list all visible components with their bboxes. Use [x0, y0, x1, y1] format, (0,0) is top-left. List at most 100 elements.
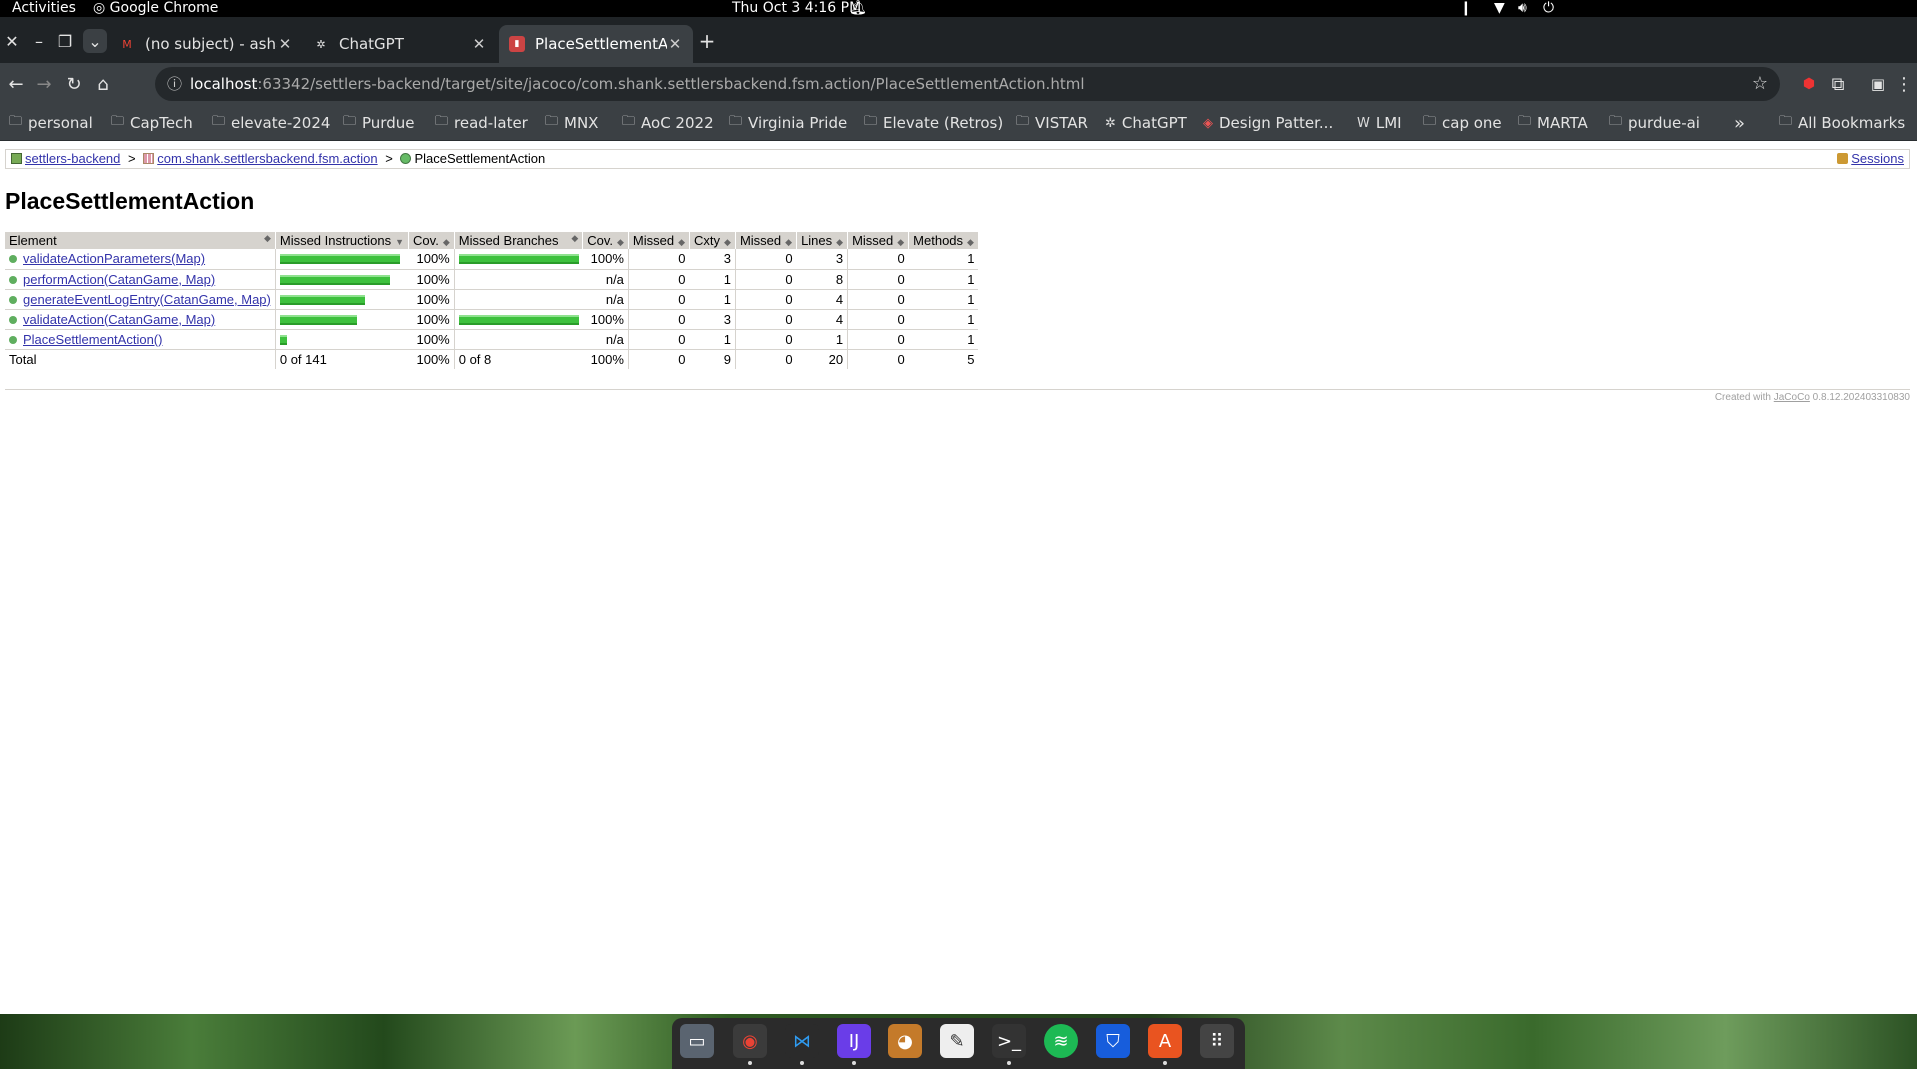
method-link[interactable]: generateEventLogEntry(CatanGame, Map) — [23, 292, 271, 307]
bookmark-personal[interactable]: 🗀 personal — [9, 113, 93, 133]
profile-avatar[interactable]: ▣ — [1864, 70, 1892, 98]
tab-place-settlement-action[interactable]: ▮ PlaceSettlementAction ✕ — [499, 25, 693, 63]
sort-icon: ◆ — [678, 237, 686, 247]
col-branch-cov[interactable]: Cov. ◆ — [582, 232, 629, 249]
site-info-icon[interactable]: ⓘ — [167, 67, 182, 101]
col-missed-branches[interactable]: Missed Branches ◆ — [454, 232, 584, 249]
method-link[interactable]: PlaceSettlementAction() — [23, 332, 162, 347]
tab-chatgpt[interactable]: ✲ ChatGPT ✕ — [303, 25, 497, 63]
sort-icon: ◆ — [442, 237, 450, 247]
tab-search-icon[interactable]: ⌄ — [83, 29, 107, 53]
tray-app-icon[interactable]: ❙ — [1460, 0, 1472, 17]
missed-cxty-cell: 0 — [627, 249, 690, 270]
chrome-icon: ◎ — [93, 0, 106, 16]
browser-toolbar: ← → ↻ ⌂ ⓘ localhost:63342/settlers-backe… — [0, 63, 1917, 105]
method-link[interactable]: validateActionParameters(Map) — [23, 251, 205, 266]
close-tab-icon[interactable]: ✕ — [667, 35, 683, 53]
element-cell: generateEventLogEntry(CatanGame, Map) — [5, 289, 276, 310]
close-window-icon[interactable]: ✕ — [0, 29, 24, 53]
show-apps-grid-icon[interactable]: ⠿ — [1200, 1024, 1234, 1058]
activities-button[interactable]: Activities — [12, 0, 76, 17]
address-bar[interactable]: ⓘ localhost:63342/settlers-backend/targe… — [155, 67, 1780, 101]
instr-cov-cell: 100% — [408, 329, 455, 350]
reload-icon[interactable]: ↻ — [60, 70, 88, 98]
lines-cell: 1 — [796, 329, 848, 350]
active-app-menu[interactable]: ◎ Google Chrome — [93, 0, 218, 17]
close-tab-icon[interactable]: ✕ — [471, 35, 487, 53]
extensions-icon[interactable]: ⧉ — [1824, 70, 1852, 98]
col-missed-instructions[interactable]: Missed Instructions ▼ — [275, 232, 410, 249]
files-app-icon[interactable]: ▭ — [680, 1024, 714, 1058]
col-methods[interactable]: Methods ◆ — [908, 232, 979, 249]
clock[interactable]: Thu Oct 3 4:16 PM — [732, 0, 861, 17]
vscode-app-icon[interactable]: ⋈ — [785, 1024, 819, 1065]
dog-app-icon[interactable]: ◕ — [888, 1024, 922, 1058]
col-missed-cxty[interactable]: Missed ◆ — [628, 232, 691, 249]
volume-icon[interactable]: 🔊︎ — [1518, 0, 1527, 17]
total-branch-cov: 100% — [582, 348, 629, 369]
bookmark-cap-one[interactable]: 🗀 cap one — [1423, 113, 1502, 133]
col-instr-cov[interactable]: Cov. ◆ — [408, 232, 455, 249]
bookmark-lmi[interactable]: W LMI — [1357, 113, 1402, 133]
bookmark-marta[interactable]: 🗀 MARTA — [1518, 113, 1588, 133]
missed-methods-cell: 0 — [847, 269, 909, 290]
chrome-app-icon[interactable]: ◉ — [733, 1024, 767, 1065]
home-icon[interactable]: ⌂ — [89, 70, 117, 98]
ublock-icon[interactable]: ⬢ — [1795, 70, 1823, 98]
forward-icon[interactable]: → — [30, 70, 58, 98]
notes-app-icon[interactable]: ✎ — [940, 1024, 974, 1058]
back-icon[interactable]: ← — [2, 70, 30, 98]
spotify-app-icon[interactable]: ≋ — [1044, 1024, 1078, 1058]
lines-cell: 3 — [796, 249, 848, 270]
restore-window-icon[interactable]: ❐ — [53, 29, 77, 53]
lines-cell: 8 — [796, 269, 848, 290]
total-lines: 20 — [796, 348, 848, 369]
bookmark-design-patterns[interactable]: ◈ Design Patter... — [1203, 113, 1333, 133]
bookmark-purdue-ai[interactable]: 🗀 purdue-ai — [1609, 113, 1700, 133]
system-top-bar: Activities ◎ Google Chrome Thu Oct 3 4:1… — [0, 0, 1917, 17]
minimize-window-icon[interactable]: – — [27, 29, 51, 53]
missed-lines-cell: 0 — [734, 249, 797, 270]
bookmark-elevate-2024[interactable]: 🗀 elevate-2024 — [212, 113, 330, 133]
bitwarden-app-icon[interactable]: ⛉ — [1096, 1024, 1130, 1058]
methods-cell: 1 — [908, 269, 979, 290]
bookmark-chatgpt[interactable]: ✲ ChatGPT — [1105, 113, 1187, 133]
bookmark-mnx[interactable]: 🗀 MNX — [545, 113, 598, 133]
sessions-link[interactable]: Sessions — [1851, 151, 1904, 166]
total-missed-cxty: 0 — [627, 348, 690, 369]
power-icon[interactable]: ⏻ — [1543, 0, 1554, 17]
breadcrumb-package-link[interactable]: com.shank.settlersbackend.fsm.action — [157, 151, 377, 166]
software-center-app-icon[interactable]: A — [1148, 1024, 1182, 1065]
bookmark-purdue[interactable]: 🗀 Purdue — [343, 113, 414, 133]
bookmarks-overflow-chevron-icon[interactable]: » — [1734, 113, 1745, 134]
close-tab-icon[interactable]: ✕ — [277, 35, 293, 53]
new-tab-icon[interactable]: + — [695, 29, 719, 53]
chrome-menu-icon[interactable]: ⋮ — [1890, 70, 1917, 98]
method-link[interactable]: validateAction(CatanGame, Map) — [23, 312, 215, 327]
element-cell: validateActionParameters(Map) — [5, 249, 276, 270]
jacoco-link[interactable]: JaCoCo — [1774, 392, 1810, 403]
breadcrumb-project-link[interactable]: settlers-backend — [25, 151, 120, 166]
col-missed-methods[interactable]: Missed ◆ — [847, 232, 910, 249]
tab-gmail[interactable]: M (no subject) - ashank31@ ✕ — [109, 25, 303, 63]
col-cxty[interactable]: Cxty ◆ — [689, 232, 736, 249]
col-element[interactable]: Element ◆ — [5, 232, 276, 249]
method-link[interactable]: performAction(CatanGame, Map) — [23, 272, 215, 287]
bookmark-elevate-retros[interactable]: 🗀 Elevate (Retros) — [864, 113, 1003, 133]
terminal-app-icon[interactable]: >_ — [992, 1024, 1026, 1065]
jacoco-icon: ▮ — [509, 36, 525, 52]
bookmark-aoc-2022[interactable]: 🗀 AoC 2022 — [622, 113, 714, 133]
all-bookmarks-button[interactable]: 🗀 All Bookmarks — [1779, 113, 1905, 133]
bookmark-read-later[interactable]: 🗀 read-later — [435, 113, 528, 133]
col-missed-lines[interactable]: Missed ◆ — [735, 232, 798, 249]
bookmark-captech[interactable]: 🗀 CapTech — [111, 113, 193, 133]
bookmark-virginia-pride[interactable]: 🗀 Virginia Pride — [729, 113, 847, 133]
intellij-app-icon[interactable]: IJ — [837, 1024, 871, 1065]
url-text[interactable]: localhost:63342/settlers-backend/target/… — [190, 67, 1085, 101]
wifi-icon[interactable]: ▼ — [1494, 0, 1505, 17]
total-label: Total — [5, 348, 276, 369]
col-lines[interactable]: Lines ◆ — [796, 232, 849, 249]
bookmark-vistar[interactable]: 🗀 VISTAR — [1016, 113, 1088, 133]
methods-cell: 1 — [908, 289, 979, 310]
bookmark-star-icon[interactable]: ☆ — [1752, 67, 1768, 101]
